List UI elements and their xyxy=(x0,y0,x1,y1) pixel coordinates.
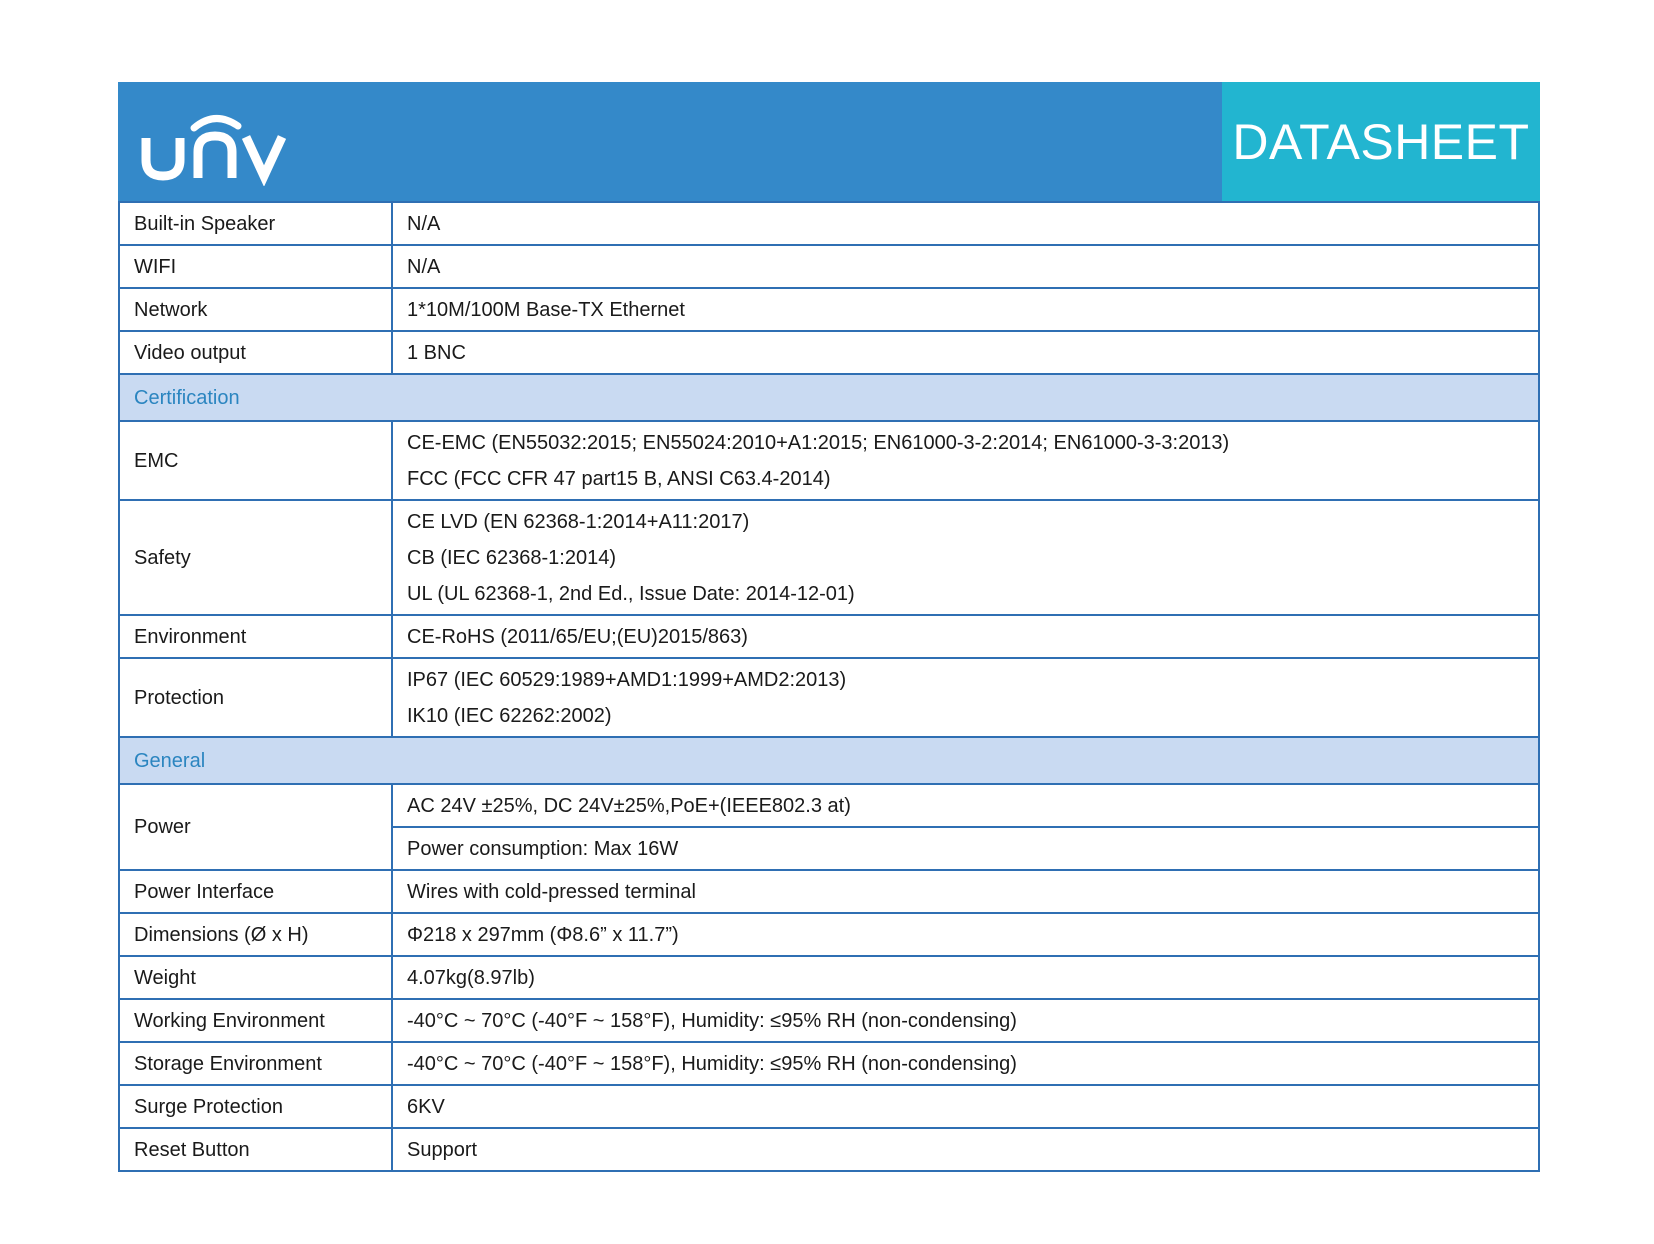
row-label: Reset Button xyxy=(118,1127,393,1172)
table-row: EMC CE-EMC (EN55032:2015; EN55024:2010+A… xyxy=(118,420,1540,501)
row-value: -40°C ~ 70°C (-40°F ~ 158°F), Humidity: … xyxy=(391,1041,1540,1086)
table-row: Protection IP67 (IEC 60529:1989+AMD1:199… xyxy=(118,657,1540,738)
row-value: N/A xyxy=(391,244,1540,289)
value-line: CE-EMC (EN55032:2015; EN55024:2010+A1:20… xyxy=(407,431,1230,454)
row-label: EMC xyxy=(118,420,393,501)
value-line: CE LVD (EN 62368-1:2014+A11:2017) xyxy=(407,510,750,533)
table-row: Weight 4.07kg(8.97lb) xyxy=(118,955,1540,1000)
row-label: Working Environment xyxy=(118,998,393,1043)
row-label: Power xyxy=(118,783,393,871)
header-banner: DATASHEET xyxy=(118,82,1540,201)
table-row: Reset Button Support xyxy=(118,1127,1540,1172)
table-row: Dimensions (Ø x H) Φ218 x 297mm (Φ8.6” x… xyxy=(118,912,1540,957)
spec-table: Built-in Speaker N/A WIFI N/A Network 1*… xyxy=(118,201,1540,1172)
datasheet-title: DATASHEET xyxy=(1232,113,1530,170)
row-value: AC 24V ±25%, DC 24V±25%,PoE+(IEEE802.3 a… xyxy=(391,783,1540,828)
row-value: 1*10M/100M Base-TX Ethernet xyxy=(391,287,1540,332)
unv-logo xyxy=(141,115,287,186)
row-value: Wires with cold-pressed terminal xyxy=(391,869,1540,914)
section-title: General xyxy=(118,736,1540,785)
datasheet-tag: DATASHEET xyxy=(1222,82,1540,201)
datasheet-page: DATASHEET Built-in Speaker N/A WIFI N/A … xyxy=(118,82,1540,1172)
row-value: CE-EMC (EN55032:2015; EN55024:2010+A1:20… xyxy=(391,420,1540,501)
table-row: Safety CE LVD (EN 62368-1:2014+A11:2017)… xyxy=(118,499,1540,616)
row-value: Support xyxy=(391,1127,1540,1172)
row-value: -40°C ~ 70°C (-40°F ~ 158°F), Humidity: … xyxy=(391,998,1540,1043)
table-row: Video output 1 BNC xyxy=(118,330,1540,375)
row-label: Weight xyxy=(118,955,393,1000)
value-line: IP67 (IEC 60529:1989+AMD1:1999+AMD2:2013… xyxy=(407,668,847,691)
section-header-general: General xyxy=(118,736,1540,785)
row-value: 6KV xyxy=(391,1084,1540,1129)
table-row: Built-in Speaker N/A xyxy=(118,201,1540,246)
row-value: CE-RoHS (2011/65/EU;(EU)2015/863) xyxy=(391,614,1540,659)
row-value: IP67 (IEC 60529:1989+AMD1:1999+AMD2:2013… xyxy=(391,657,1540,738)
section-header-certification: Certification xyxy=(118,373,1540,422)
row-value: Power consumption: Max 16W xyxy=(391,826,1540,871)
row-label: Protection xyxy=(118,657,393,738)
row-label: Environment xyxy=(118,614,393,659)
table-row: Network 1*10M/100M Base-TX Ethernet xyxy=(118,287,1540,332)
section-title: Certification xyxy=(118,373,1540,422)
row-label: Safety xyxy=(118,499,393,616)
table-row: Surge Protection 6KV xyxy=(118,1084,1540,1129)
row-label: Storage Environment xyxy=(118,1041,393,1086)
value-line: FCC (FCC CFR 47 part15 B, ANSI C63.4-201… xyxy=(407,467,831,490)
row-value: CE LVD (EN 62368-1:2014+A11:2017) CB (IE… xyxy=(391,499,1540,616)
row-label: Surge Protection xyxy=(118,1084,393,1129)
value-line: UL (UL 62368-1, 2nd Ed., Issue Date: 201… xyxy=(407,582,855,605)
row-label: Dimensions (Ø x H) xyxy=(118,912,393,957)
row-label: Power Interface xyxy=(118,869,393,914)
value-line: CB (IEC 62368-1:2014) xyxy=(407,546,617,569)
row-label: Network xyxy=(118,287,393,332)
table-row: WIFI N/A xyxy=(118,244,1540,289)
row-value: N/A xyxy=(391,201,1540,246)
row-label: Built-in Speaker xyxy=(118,201,393,246)
table-row: Power Interface Wires with cold-pressed … xyxy=(118,869,1540,914)
table-row: Working Environment -40°C ~ 70°C (-40°F … xyxy=(118,998,1540,1043)
table-row: Environment CE-RoHS (2011/65/EU;(EU)2015… xyxy=(118,614,1540,659)
row-value: 1 BNC xyxy=(391,330,1540,375)
value-line: IK10 (IEC 62262:2002) xyxy=(407,704,612,727)
table-row: Power AC 24V ±25%, DC 24V±25%,PoE+(IEEE8… xyxy=(118,783,1540,871)
row-label: WIFI xyxy=(118,244,393,289)
row-value: 4.07kg(8.97lb) xyxy=(391,955,1540,1000)
table-row: Storage Environment -40°C ~ 70°C (-40°F … xyxy=(118,1041,1540,1086)
row-value: Φ218 x 297mm (Φ8.6” x 11.7”) xyxy=(391,912,1540,957)
row-label: Video output xyxy=(118,330,393,375)
